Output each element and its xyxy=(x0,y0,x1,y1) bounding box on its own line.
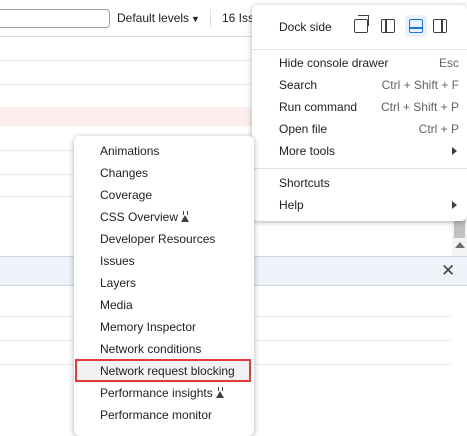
dropdown-caret-icon: ▼ xyxy=(191,14,200,24)
menu-item-label: Shortcuts xyxy=(279,176,330,190)
issues-counter[interactable]: 16 Iss xyxy=(222,11,254,25)
menu-separator xyxy=(252,49,467,50)
tool-memory-inspector[interactable]: Memory Inspector xyxy=(74,316,254,338)
tool-issues[interactable]: Issues xyxy=(74,250,254,272)
menu-item-label: More tools xyxy=(279,144,336,158)
search-item[interactable]: Search Ctrl + Shift + F xyxy=(252,74,467,96)
tool-label: Changes xyxy=(100,166,149,180)
run-command-item[interactable]: Run command Ctrl + Shift + P xyxy=(252,96,467,118)
scrollbar-thumb[interactable] xyxy=(454,218,465,238)
menu-item-label: Open file xyxy=(279,122,328,136)
more-tools-submenu: Animations Changes Coverage CSS Overview… xyxy=(74,136,254,436)
dock-to-bottom-icon[interactable] xyxy=(405,15,427,37)
menu-item-shortcut: Ctrl + Shift + F xyxy=(381,78,459,92)
tool-performance-insights[interactable]: Performance insights xyxy=(74,382,254,404)
menu-separator xyxy=(252,168,467,169)
tool-developer-resources[interactable]: Developer Resources xyxy=(74,228,254,250)
tool-label: Layers xyxy=(100,276,137,290)
log-levels-label: Default levels xyxy=(117,11,190,25)
tool-performance-monitor[interactable]: Performance monitor xyxy=(74,404,254,426)
dock-side-row: Dock side xyxy=(252,15,467,39)
shortcuts-item[interactable]: Shortcuts xyxy=(252,172,467,194)
undock-into-separate-window-icon[interactable] xyxy=(354,15,369,33)
scroll-up-arrow-icon[interactable] xyxy=(455,242,465,248)
menu-item-label: Search xyxy=(279,78,318,92)
tool-coverage[interactable]: Coverage xyxy=(74,184,254,206)
tool-changes[interactable]: Changes xyxy=(74,162,254,184)
tool-label: Issues xyxy=(100,254,135,268)
tool-label: Network conditions xyxy=(100,342,202,356)
tool-label: Media xyxy=(100,298,133,312)
tool-label: Memory Inspector xyxy=(100,320,197,334)
log-levels-dropdown[interactable]: Default levels ▼ xyxy=(117,11,200,25)
flask-icon xyxy=(215,387,225,398)
tool-label: Network request blocking xyxy=(100,364,235,378)
tool-network-request-blocking[interactable]: Network request blocking xyxy=(75,359,251,382)
tool-label: CSS Overview xyxy=(100,210,179,224)
menu-item-shortcut: Ctrl + Shift + P xyxy=(380,100,459,114)
menu-item-shortcut: Ctrl + P xyxy=(418,122,459,136)
dock-to-left-icon[interactable] xyxy=(381,19,395,33)
flask-icon xyxy=(181,211,190,222)
menu-item-shortcut: Esc xyxy=(438,56,459,70)
dock-side-label: Dock side xyxy=(279,20,332,34)
tool-label: Coverage xyxy=(100,188,153,202)
toolbar-divider xyxy=(210,9,211,27)
customize-devtools-menu: Dock side Hide console drawer Esc Search… xyxy=(252,5,467,221)
menu-item-label: Help xyxy=(279,198,304,212)
tool-animations[interactable]: Animations xyxy=(74,140,254,162)
tool-label: Developer Resources xyxy=(100,232,216,246)
more-tools-item[interactable]: More tools xyxy=(252,140,467,162)
tool-layers[interactable]: Layers xyxy=(74,272,254,294)
tool-css-overview[interactable]: CSS Overview xyxy=(74,206,254,228)
tool-label: Animations xyxy=(100,144,160,158)
close-drawer-icon[interactable]: ✕ xyxy=(441,261,455,281)
help-item[interactable]: Help xyxy=(252,194,467,216)
dock-to-right-icon[interactable] xyxy=(433,19,447,33)
hide-console-drawer-item[interactable]: Hide console drawer Esc xyxy=(252,52,467,74)
tool-media[interactable]: Media xyxy=(74,294,254,316)
submenu-arrow-icon xyxy=(452,147,457,155)
open-file-item[interactable]: Open file Ctrl + P xyxy=(252,118,467,140)
tool-label: Performance insights xyxy=(100,386,213,400)
tool-label: Performance monitor xyxy=(100,408,213,422)
console-filter-input[interactable] xyxy=(0,9,110,28)
submenu-arrow-icon xyxy=(452,201,457,209)
tool-network-conditions[interactable]: Network conditions xyxy=(74,338,254,360)
menu-item-label: Run command xyxy=(279,100,358,114)
menu-item-label: Hide console drawer xyxy=(279,56,389,70)
